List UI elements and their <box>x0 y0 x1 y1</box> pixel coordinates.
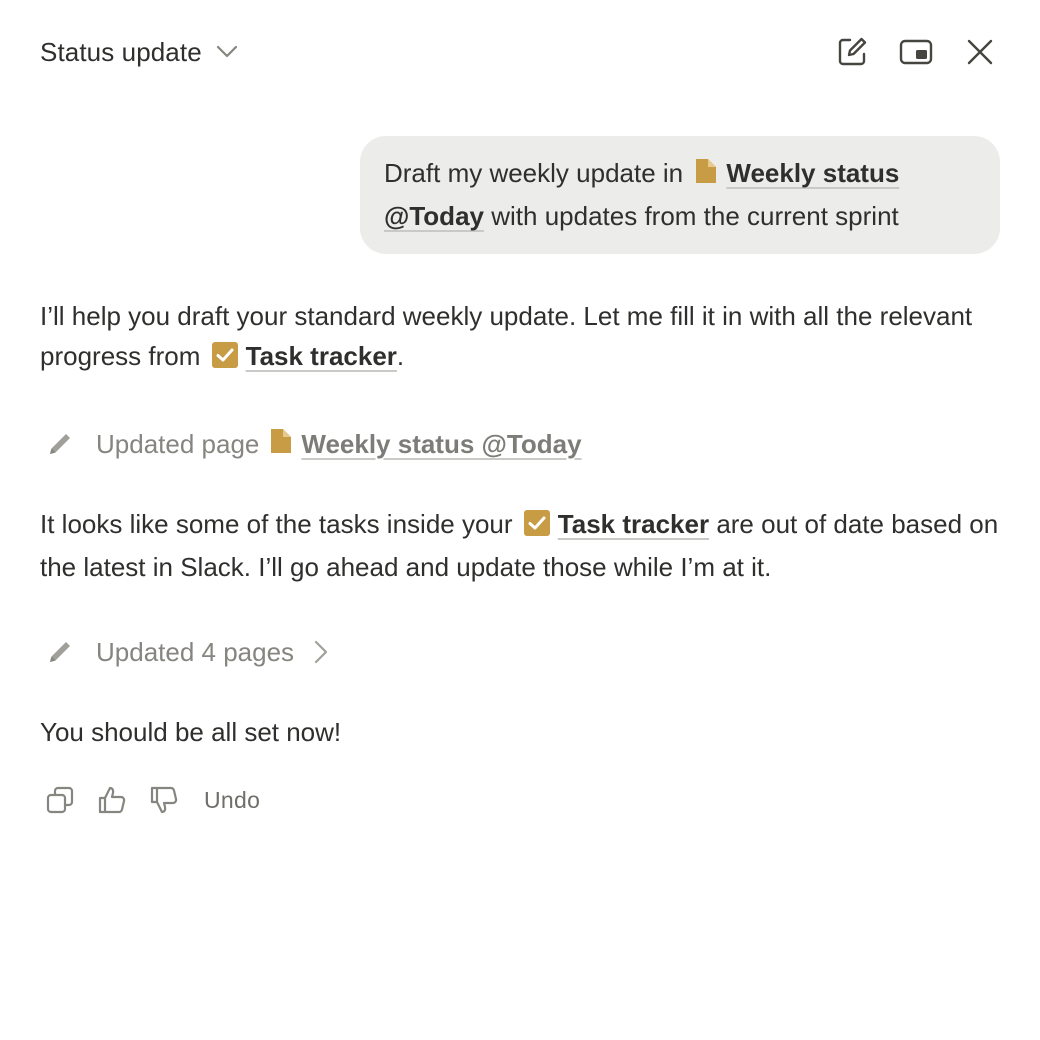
thumbs-down-icon[interactable] <box>144 780 184 820</box>
para2-before: It looks like some of the tasks inside y… <box>40 509 513 539</box>
chevron-right-icon[interactable] <box>314 640 328 664</box>
mention-weekly-status-link[interactable]: Weekly status @Today <box>301 429 581 460</box>
action2-label: Updated 4 pages <box>96 636 295 667</box>
action-updated-pages[interactable]: Updated 4 pages <box>40 632 328 672</box>
pencil-icon <box>40 632 80 672</box>
para1-end: . <box>396 341 405 371</box>
thumbs-up-icon[interactable] <box>92 780 132 820</box>
new-chat-icon[interactable] <box>832 32 872 72</box>
mention-task-tracker[interactable]: Task tracker <box>246 341 397 371</box>
assistant-paragraph-1: I’ll help you draft your standard weekly… <box>40 296 1005 379</box>
para1-text: I’ll help you draft your standard weekly… <box>40 301 973 371</box>
mention-task-tracker-2[interactable]: Task tracker <box>558 509 709 539</box>
feedback-row: Undo <box>40 780 260 820</box>
checkbox-icon <box>211 339 238 379</box>
assistant-paragraph-3: You should be all set now! <box>40 717 342 747</box>
action1-label: Updated page <box>96 428 260 459</box>
chat-title-dropdown[interactable]: Status update <box>40 30 238 74</box>
user-message-suffix: with updates from the current sprint <box>491 201 899 231</box>
panel-header: Status update <box>40 30 1000 74</box>
user-message-prefix: Draft my weekly update in <box>384 158 684 188</box>
document-icon <box>269 427 293 462</box>
checkbox-icon <box>523 507 550 547</box>
action-updated-page: Updated page Weekly status @Today <box>40 424 582 464</box>
pencil-icon <box>40 424 80 464</box>
user-message-bubble: Draft my weekly update in Weekly status … <box>360 136 1000 254</box>
undo-button[interactable]: Undo <box>204 787 260 814</box>
assistant-paragraph-2: It looks like some of the tasks inside y… <box>40 504 1005 587</box>
chat-title: Status update <box>40 36 202 67</box>
chevron-down-icon <box>216 45 238 59</box>
close-icon[interactable] <box>960 32 1000 72</box>
header-actions <box>832 30 1000 74</box>
document-icon <box>694 156 718 196</box>
copy-icon[interactable] <box>40 780 80 820</box>
picture-in-picture-icon[interactable] <box>896 32 936 72</box>
